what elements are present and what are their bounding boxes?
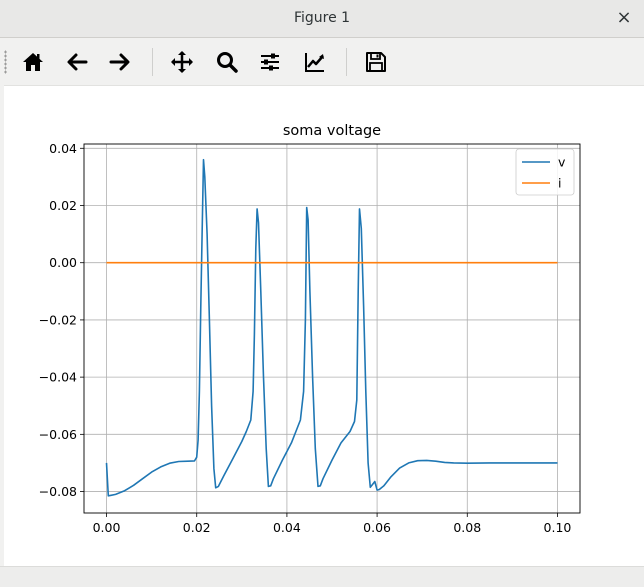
close-icon[interactable]: ×	[614, 8, 634, 28]
line-chart-icon	[305, 53, 324, 72]
legend-label-i: i	[558, 176, 561, 191]
y-tick-label: −0.06	[39, 427, 77, 442]
x-tick-label: 0.08	[453, 520, 481, 535]
sliders-icon	[261, 53, 279, 71]
x-tick-label: 0.04	[273, 520, 301, 535]
configure-subplots-button[interactable]	[253, 46, 287, 78]
y-tick-label: −0.04	[39, 370, 77, 385]
home-icon	[23, 53, 43, 71]
figure-canvas[interactable]: 0.00 0.02 0.04 0.06 0.08 0.10 0.04 0.02 0.00 −0.0…	[4, 86, 644, 566]
title-bar: Figure 1 ×	[0, 0, 644, 38]
status-bar	[0, 566, 644, 587]
back-button[interactable]	[60, 46, 94, 78]
toolbar	[0, 38, 644, 86]
arrow-right-icon	[109, 53, 130, 71]
toolbar-separator	[346, 48, 347, 76]
x-tick-label: 0.10	[544, 520, 572, 535]
floppy-disk-icon	[366, 52, 386, 72]
chart: 0.00 0.02 0.04 0.06 0.08 0.10 0.04 0.02 0.00 −0.0…	[39, 123, 581, 535]
x-tick-label: 0.00	[93, 520, 121, 535]
zoom-button[interactable]	[210, 46, 244, 78]
toolbar-separator	[152, 48, 153, 76]
save-button[interactable]	[359, 46, 393, 78]
y-tick-label: −0.08	[39, 484, 77, 499]
legend-label-v: v	[558, 155, 566, 170]
toolbar-grip[interactable]	[4, 50, 7, 74]
home-button[interactable]	[16, 46, 50, 78]
x-tick-label: 0.02	[183, 520, 211, 535]
axes-frame	[83, 143, 581, 514]
arrow-left-icon	[67, 53, 88, 71]
forward-button[interactable]	[103, 46, 137, 78]
y-tick-label: 0.04	[49, 141, 77, 156]
magnifier-icon	[217, 52, 238, 73]
y-tick-label: 0.02	[49, 198, 77, 213]
legend: vi	[515, 148, 575, 196]
edit-axis-button[interactable]	[298, 46, 332, 78]
chart-title: soma voltage	[283, 123, 381, 139]
x-tick-label: 0.06	[363, 520, 391, 535]
move-icon	[171, 51, 193, 73]
window-title: Figure 1	[293, 10, 351, 26]
y-tick-label: −0.02	[39, 312, 77, 327]
y-tick-label: 0.00	[49, 255, 77, 270]
series-line-v	[105, 158, 558, 497]
pan-button[interactable]	[165, 46, 199, 78]
